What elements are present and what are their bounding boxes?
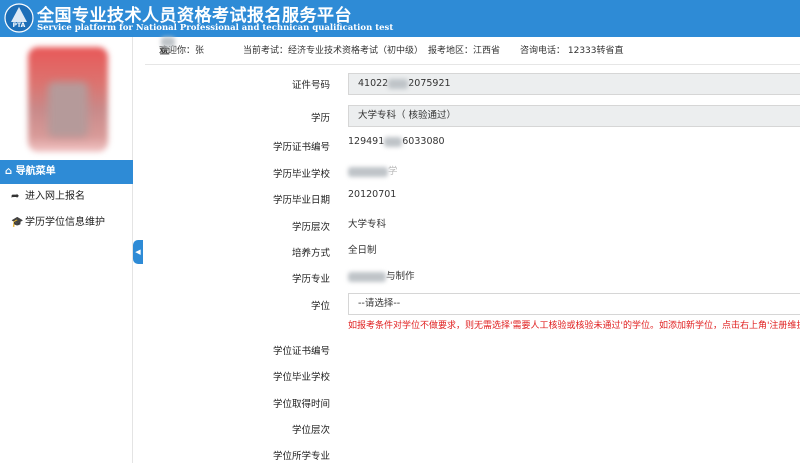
nav-menu-header: ⌂ 导航菜单	[0, 160, 133, 184]
degree-select[interactable]: --请选择--	[348, 293, 800, 315]
home-icon: ⌂	[5, 166, 16, 177]
degree-warning-text: 如报考条件对学位不做要求，则无需选择'需要人工核验或核验未通过'的学位。如添加新…	[348, 321, 800, 331]
consult-phone: 咨询电话： 12333转省直	[520, 46, 624, 56]
edu-major-label: 学历专业	[291, 274, 330, 285]
degree-cert-no-label: 学位证书编号	[272, 346, 330, 357]
edu-cert-no-value: 129491 6033080	[348, 136, 445, 147]
chevron-left-icon: ◀	[135, 248, 141, 256]
edu-major-value: 与制作	[348, 268, 415, 282]
page-subtitle: Service platform for National Profession…	[37, 23, 394, 33]
graduation-cap-icon: 🎓	[11, 217, 24, 228]
education-select[interactable]: 大学专科（ 核验通过）	[348, 105, 800, 127]
edu-school-value: 学	[348, 163, 398, 177]
edu-cert-no-label: 学历证书编号	[272, 142, 330, 153]
degree-label: 学位	[310, 301, 330, 312]
exam-region: 报考地区：江西省	[428, 46, 501, 56]
sidebar: ⌂ 导航菜单 ➦ 进入网上报名 🎓 学历学位信息维护	[0, 37, 133, 463]
degree-date-label: 学位取得时间	[272, 399, 330, 410]
sidebar-item-degree-maintenance[interactable]: 🎓 学历学位信息维护	[0, 210, 133, 236]
avatar-face-blur	[48, 82, 88, 137]
edu-grad-date-label: 学历毕业日期	[272, 195, 330, 206]
education-label: 学历	[310, 113, 330, 124]
edu-level-label: 学历层次	[291, 222, 330, 233]
info-bar: 🏛 欢迎你：张 当前考试：经济专业技术资格考试（初中级） 报考地区：江西省 咨询电…	[145, 37, 800, 65]
degree-level-label: 学位层次	[291, 425, 330, 436]
top-header: PTA 全国专业技术人员资格考试报名服务平台 Service platform …	[0, 0, 800, 37]
pta-logo: PTA	[4, 3, 34, 33]
id-number-field: 41022 2075921	[348, 73, 800, 95]
degree-major-label: 学位所学专业	[272, 451, 330, 462]
edu-school-label: 学历毕业学校	[272, 169, 330, 180]
edu-level-value: 大学专科	[348, 219, 387, 230]
current-exam: 当前考试：经济专业技术资格考试（初中级）	[243, 46, 424, 56]
sidebar-item-online-registration[interactable]: ➦ 进入网上报名	[0, 184, 133, 210]
svg-text:PTA: PTA	[13, 22, 26, 29]
study-mode-value: 全日制	[348, 245, 377, 256]
study-mode-label: 培养方式	[291, 248, 330, 259]
degree-school-label: 学位毕业学校	[272, 372, 330, 383]
edu-grad-date-value: 20120701	[348, 189, 397, 200]
id-number-label: 证件号码	[291, 80, 330, 91]
education-form: 证件号码 41022 2075921 学历 大学专科（ 核验通过） 学历证书编号 …	[145, 65, 800, 463]
sidebar-collapse-handle[interactable]: ◀	[133, 240, 143, 264]
share-arrow-icon: ➦	[11, 191, 20, 202]
